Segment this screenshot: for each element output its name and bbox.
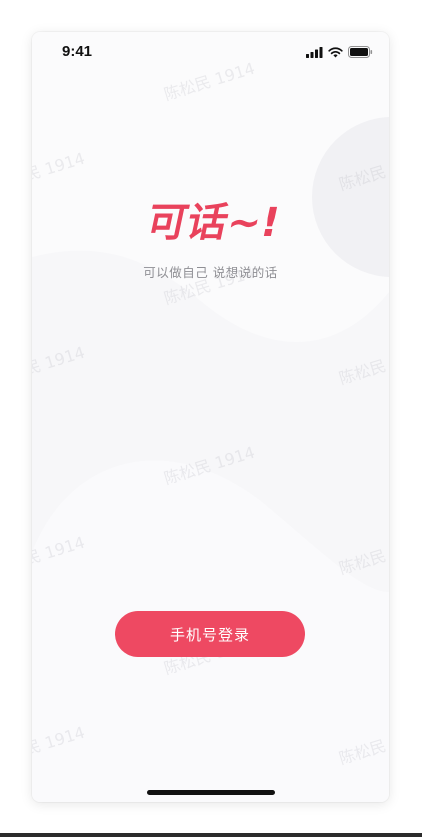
status-bar: 9:41	[32, 32, 389, 76]
status-time: 9:41	[62, 43, 93, 60]
brand-block: 可话~! 可以做自己 说想说的话	[32, 192, 389, 281]
app-logo-text: 可话~!	[142, 198, 284, 245]
bottom-rule	[0, 833, 422, 837]
battery-icon	[348, 46, 373, 58]
signal-icon	[306, 46, 323, 58]
phone-login-button[interactable]: 手机号登录	[115, 611, 305, 657]
phone-screen: 陈松民 1914 陈松民 1914 陈松民 1914 陈松民 1914 陈松民 …	[32, 32, 389, 802]
app-tagline: 可以做自己 说想说的话	[143, 265, 278, 280]
wifi-icon	[328, 46, 343, 57]
background-waves	[32, 32, 389, 802]
app-logo: 可话~!	[142, 198, 284, 245]
status-icons	[306, 46, 373, 58]
home-indicator	[147, 790, 275, 795]
